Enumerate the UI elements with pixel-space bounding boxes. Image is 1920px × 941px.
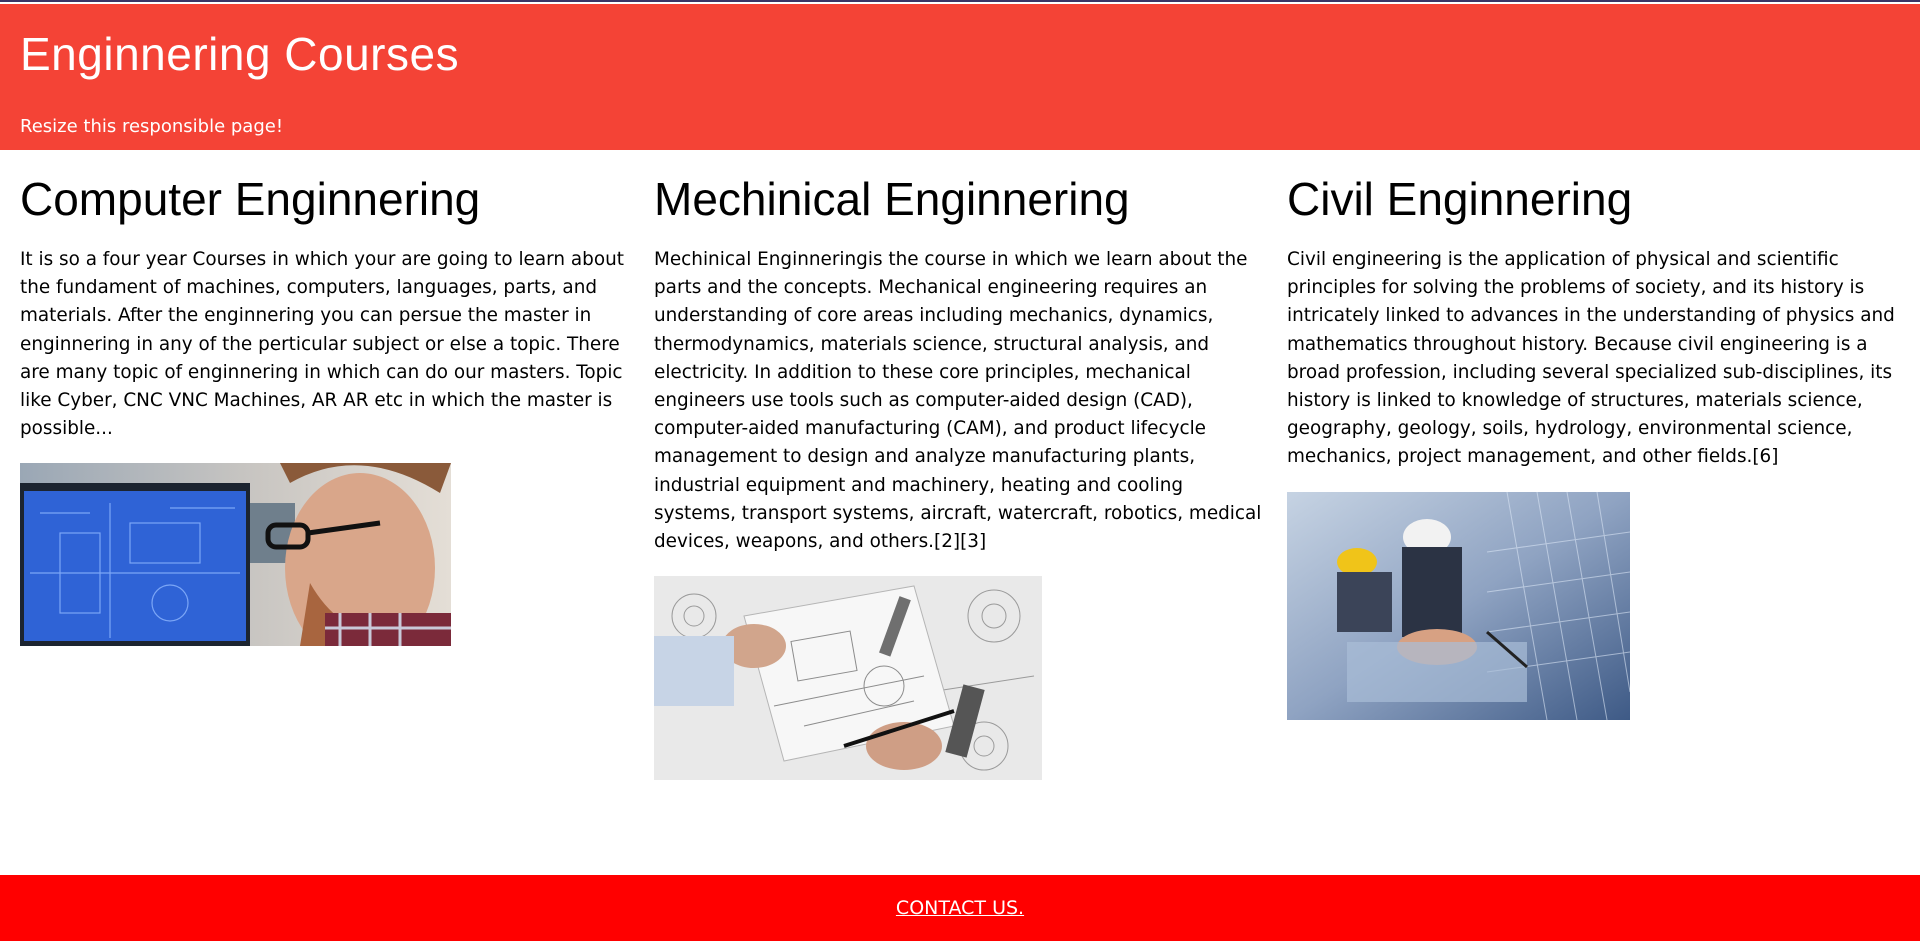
- mechanical-blueprint-image: [654, 576, 1042, 781]
- course-heading-civil: Civil Enginnering: [1287, 173, 1633, 225]
- civil-engineer-image: [1287, 491, 1630, 720]
- course-heading-computer: Computer Enginnering: [20, 173, 481, 225]
- course-column-civil: Civil Enginnering Civil engineering is t…: [1287, 150, 1902, 720]
- page-footer: CONTACT US.: [0, 875, 1920, 941]
- page-subtitle: Resize this responsible page!: [20, 116, 284, 137]
- page-title: Enginnering Courses: [20, 28, 460, 80]
- course-description-civil: Civil engineering is the application of …: [1287, 249, 1895, 468]
- course-column-mechanical: Mechinical Enginnering Mechinical Enginn…: [654, 150, 1269, 781]
- course-heading-mechanical: Mechinical Enginnering: [654, 173, 1130, 225]
- course-description-computer: It is so a four year Courses in which yo…: [20, 249, 624, 440]
- course-column-computer: Computer Enginnering It is so a four yea…: [20, 150, 635, 647]
- course-description-mechanical: Mechinical Enginneringis the course in w…: [654, 249, 1262, 553]
- page-header: Enginnering Courses Resize this responsi…: [0, 4, 1920, 150]
- computer-engineer-image: [20, 463, 451, 647]
- contact-us-link[interactable]: CONTACT US.: [896, 897, 1024, 919]
